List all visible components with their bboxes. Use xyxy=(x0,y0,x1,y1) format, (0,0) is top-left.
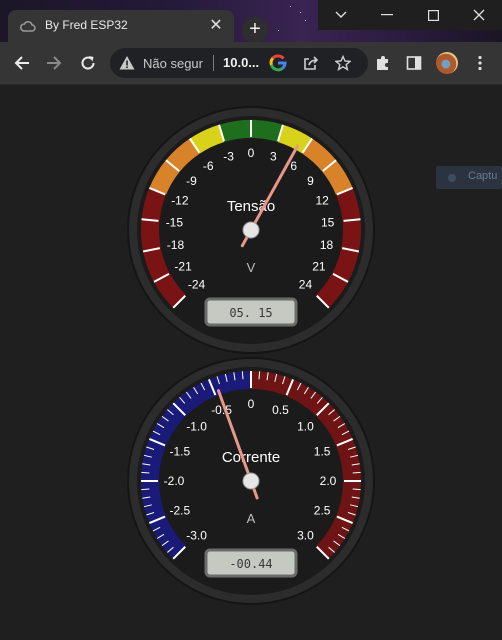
minor-tick xyxy=(352,471,361,474)
gauge-title: Corrente xyxy=(222,449,280,466)
divider xyxy=(213,55,214,71)
tick-label: -18 xyxy=(167,238,185,252)
lcd-value: 05. 15 xyxy=(229,306,272,320)
tick-label: 0.5 xyxy=(272,403,289,417)
tick-label: 3 xyxy=(270,149,277,163)
browser-toolbar: Não segur 10.0... xyxy=(0,42,502,85)
maximize-button[interactable] xyxy=(410,0,456,30)
tick-label: 1.0 xyxy=(297,420,314,434)
tick-label: 3.0 xyxy=(297,528,314,542)
security-label[interactable]: Não segur xyxy=(143,56,203,71)
tick-label: -21 xyxy=(174,259,192,273)
tick-label: 18 xyxy=(320,238,334,252)
close-tab-icon[interactable]: ✕ xyxy=(206,16,226,36)
close-icon xyxy=(473,9,485,21)
needle-hub xyxy=(242,472,260,490)
back-button[interactable] xyxy=(10,51,34,75)
arrow-left-icon xyxy=(14,56,29,70)
star-icon xyxy=(335,55,351,71)
profile-avatar[interactable] xyxy=(436,52,458,74)
tick-label: -2.5 xyxy=(170,503,191,517)
tick-label: 9 xyxy=(307,174,314,188)
bookmark-button[interactable] xyxy=(331,51,355,75)
star xyxy=(278,30,279,31)
tick-label: -2.0 xyxy=(164,474,185,488)
side-panel-icon xyxy=(406,56,422,70)
tick-label: -3.0 xyxy=(186,528,207,542)
menu-button[interactable] xyxy=(468,51,492,75)
minor-tick xyxy=(258,371,261,380)
arrow-right-icon xyxy=(47,56,62,70)
voltage-gauge: -24-21-18-15-12-9-6-3 0 3691215182124Tensã… xyxy=(127,106,375,354)
maximize-icon xyxy=(427,9,439,21)
more-vertical-icon xyxy=(478,55,482,71)
tick-label: -1.0 xyxy=(186,420,207,434)
google-lens-button[interactable] xyxy=(266,51,290,75)
chevron-down-icon xyxy=(335,11,347,18)
tick-label: -1.5 xyxy=(170,445,191,459)
tab-search-button[interactable] xyxy=(318,0,364,30)
tick-label: 0 xyxy=(248,146,255,160)
tick-label: 2.5 xyxy=(314,503,331,517)
new-tab-button[interactable]: + xyxy=(242,17,268,42)
side-capture-button[interactable]: Captu xyxy=(436,166,502,189)
tick-label: 0 xyxy=(248,397,255,411)
address-bar[interactable]: Não segur 10.0... xyxy=(110,48,368,78)
tick-label: -24 xyxy=(188,277,206,291)
needle-hub xyxy=(242,221,260,239)
star xyxy=(290,6,291,7)
forward-button[interactable] xyxy=(42,51,66,75)
reload-icon xyxy=(81,56,95,70)
minor-tick xyxy=(141,471,150,474)
tick-label: 12 xyxy=(315,194,329,208)
browser-tab[interactable]: By Fred ESP32 ✕ xyxy=(8,10,234,42)
minor-tick xyxy=(352,488,361,491)
minor-tick xyxy=(241,371,244,380)
side-panel-button[interactable] xyxy=(402,51,426,75)
title-bar: By Fred ESP32 ✕ + xyxy=(0,0,502,42)
gauge-unit: V xyxy=(247,260,256,275)
tick-label: 1.5 xyxy=(314,445,331,459)
tick-label: -9 xyxy=(186,174,197,188)
side-button-label: Captu xyxy=(468,170,498,182)
close-window-button[interactable] xyxy=(456,0,502,30)
tick-label: 21 xyxy=(312,259,326,273)
tick-label: 6 xyxy=(290,159,297,173)
minimize-button[interactable] xyxy=(364,0,410,30)
cloud-icon xyxy=(20,21,36,32)
star xyxy=(300,12,301,13)
lcd-value: -00.44 xyxy=(229,557,272,571)
tick-label: -6 xyxy=(203,159,214,173)
puzzle-icon xyxy=(377,56,388,70)
tick-label: -12 xyxy=(171,194,189,208)
share-button[interactable] xyxy=(299,51,323,75)
tick-label: 2.0 xyxy=(320,474,337,488)
share-icon xyxy=(304,56,319,70)
tab-title: By Fred ESP32 xyxy=(45,18,128,32)
tick-label: -15 xyxy=(166,215,184,229)
gauge-unit: A xyxy=(247,511,256,526)
warning-icon xyxy=(119,56,135,70)
tick-label: 24 xyxy=(299,277,313,291)
tick-label: 15 xyxy=(321,215,335,229)
minimize-icon xyxy=(381,14,393,16)
dot-icon xyxy=(448,174,456,182)
reload-button[interactable] xyxy=(76,51,100,75)
extensions-button[interactable] xyxy=(371,51,395,75)
tick-label: -3 xyxy=(223,149,234,163)
tick-label: -0.5 xyxy=(211,403,232,417)
google-icon xyxy=(269,54,287,72)
star xyxy=(305,20,306,21)
current-gauge: -3.0 -2.5 -2.0 -1.5 -1.0 -0.5 0 0.5 1.01.5 2.0 2.5… xyxy=(127,357,375,605)
minor-tick xyxy=(141,488,150,491)
url-text[interactable]: 10.0... xyxy=(223,55,259,70)
